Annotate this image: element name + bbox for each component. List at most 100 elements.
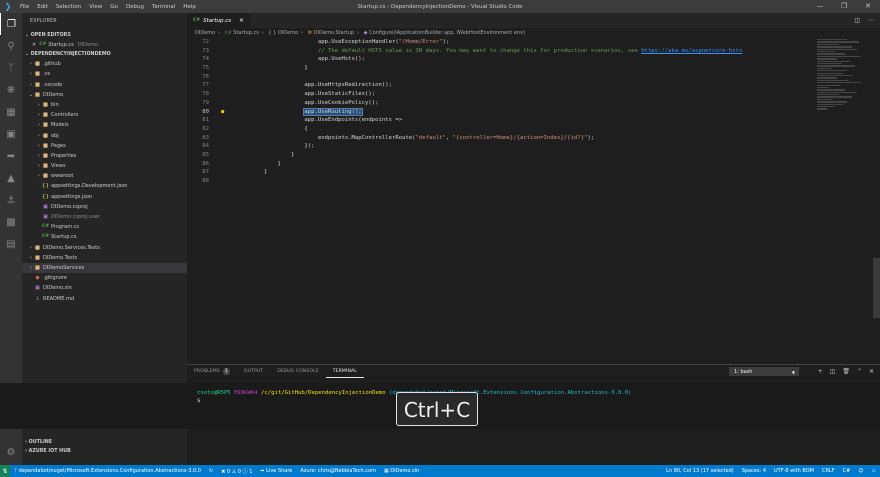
code-line[interactable]: 73 // The default HSTS value is 30 days.… — [187, 47, 817, 56]
tree-folder[interactable]: › ■ Models — [22, 120, 187, 130]
status-eol[interactable]: CRLF — [818, 468, 839, 474]
remote-icon[interactable]: ⇅ — [0, 465, 10, 477]
tree-folder[interactable]: › ■ wwwroot — [22, 171, 187, 181]
code-line[interactable]: 80 ● app.UseRouting(); — [187, 107, 817, 117]
tree-file[interactable]: ▣ DIDemo.csproj — [22, 202, 187, 212]
tab-debug-console[interactable]: DEBUG CONSOLE — [270, 365, 326, 378]
search-icon[interactable]: ⚲ — [0, 35, 22, 57]
lightbulb-icon[interactable]: ● — [221, 108, 224, 117]
close-icon[interactable]: ✕ — [856, 0, 880, 13]
notebook-icon[interactable]: ▤ — [0, 233, 22, 255]
code-line[interactable]: 76 — [187, 73, 817, 82]
status-live-share[interactable]: ➦ Live Share — [256, 468, 296, 474]
tree-folder[interactable]: › ■ obj — [22, 131, 187, 141]
tree-file[interactable]: ▣ DIDemo.csproj.user — [22, 212, 187, 222]
split-terminal-icon[interactable]: ◫ — [830, 368, 836, 375]
live-share-icon[interactable]: ➦ — [0, 145, 22, 167]
tree-folder[interactable]: ⌄ ■ DIDemo — [22, 90, 187, 100]
editor-scrollbar[interactable] — [873, 258, 880, 318]
code-line[interactable]: 78 app.UseStaticFiles(); — [187, 90, 817, 99]
tree-folder[interactable]: › ■ Views — [22, 161, 187, 171]
minimize-icon[interactable]: — — [808, 0, 832, 13]
tab-output[interactable]: OUTPUT — [237, 365, 270, 378]
close-icon[interactable]: ✕ — [239, 18, 244, 24]
source-control-icon[interactable]: ᛉ — [0, 57, 22, 79]
status-cursor-position[interactable]: Ln 80, Col 13 (17 selected) — [662, 468, 738, 474]
code-line[interactable]: 87} — [187, 168, 817, 177]
restore-icon[interactable]: ❐ — [832, 0, 856, 13]
code-editor[interactable]: 72 app.UseExceptionHandler("/Home/Error"… — [187, 38, 817, 368]
test-icon[interactable]: ▩ — [0, 211, 22, 233]
close-icon[interactable]: ✕ — [32, 40, 36, 50]
status-indentation[interactable]: Spaces: 4 — [738, 468, 770, 474]
tree-folder[interactable]: › ■ bin — [22, 100, 187, 110]
azure-icon[interactable]: ▲ — [0, 167, 22, 189]
smiley-feedback-icon[interactable]: ☺ — [854, 468, 867, 474]
tree-file[interactable]: ◆ .gitignore — [22, 273, 187, 283]
code-line[interactable]: 82 { — [187, 125, 817, 134]
tree-folder[interactable]: › ■ Properties — [22, 151, 187, 161]
tree-file[interactable]: {} appsettings.json — [22, 192, 187, 202]
code-line[interactable]: 75 } — [187, 64, 817, 73]
tree-folder[interactable]: › ■ .vscode — [22, 80, 187, 90]
extensions-icon[interactable]: ▦ — [0, 101, 22, 123]
tree-file[interactable]: ↓ README.md — [22, 294, 187, 304]
menu-go[interactable]: Go — [106, 4, 122, 10]
debug-icon[interactable]: ❋ — [0, 79, 22, 101]
tree-file[interactable]: {} appsettings.Development.json — [22, 181, 187, 191]
outline-section[interactable]: › OUTLINE — [22, 438, 187, 447]
split-editor-icon[interactable]: ◫ — [854, 17, 860, 24]
azure-iot-hub-section[interactable]: › AZURE IOT HUB — [22, 447, 187, 456]
sync-icon[interactable]: ↻ — [205, 468, 217, 474]
bell-icon[interactable]: ♨ — [868, 468, 880, 474]
tree-folder[interactable]: › ■ Pages — [22, 141, 187, 151]
menu-terminal[interactable]: Terminal — [148, 4, 179, 10]
tree-folder[interactable]: › ■ DIDemo.Tests — [22, 253, 187, 263]
menu-view[interactable]: View — [85, 4, 106, 10]
tree-file[interactable]: C# Program.cs — [22, 222, 187, 232]
chevron-up-icon[interactable]: ⌃ — [857, 368, 862, 375]
more-actions-icon[interactable]: ⋯ — [868, 17, 874, 24]
code-line[interactable]: 84 }); — [187, 142, 817, 151]
menu-selection[interactable]: Selection — [52, 4, 85, 10]
new-terminal-icon[interactable]: + — [818, 368, 823, 375]
code-line[interactable]: 83 endpoints.MapControllerRoute("default… — [187, 134, 817, 143]
menu-help[interactable]: Help — [179, 4, 200, 10]
explorer-icon[interactable]: ❐ — [0, 13, 22, 35]
menu-edit[interactable]: Edit — [33, 4, 52, 10]
code-line[interactable]: 81 app.UseEndpoints(endpoints => — [187, 116, 817, 125]
remote-explorer-icon[interactable]: ▣ — [0, 123, 22, 145]
minimap[interactable] — [817, 38, 867, 158]
tab-problems[interactable]: PROBLEMS 1 — [187, 365, 237, 378]
docker-icon[interactable]: ⚓ — [0, 189, 22, 211]
trash-icon[interactable]: 🗑 — [842, 368, 850, 375]
menu-debug[interactable]: Debug — [122, 4, 148, 10]
code-line[interactable]: 79 app.UseCookiePolicy(); — [187, 99, 817, 108]
open-editor-item[interactable]: ✕ C# Startup.cs DIDemo — [22, 40, 187, 50]
project-section[interactable]: ⌄ DEPENDENCYINJECTIONDEMO — [22, 50, 187, 59]
tree-folder[interactable]: › ■ Controllers — [22, 110, 187, 120]
code-line[interactable]: 72 app.UseExceptionHandler("/Home/Error"… — [187, 38, 817, 47]
gear-icon[interactable]: ⚙ — [0, 441, 22, 463]
code-line[interactable]: 85 } — [187, 151, 817, 160]
code-line[interactable]: 74 app.UseHsts(); — [187, 55, 817, 64]
menu-file[interactable]: File — [16, 4, 33, 10]
terminal-select[interactable]: 1: bash ▼ — [729, 367, 799, 376]
tree-folder[interactable]: › ■ DIDemo.Services.Tests — [22, 243, 187, 253]
status-language[interactable]: C# — [839, 468, 855, 474]
status-solution[interactable]: ▦ DIDemo.sln — [380, 468, 423, 474]
tree-folder[interactable]: › ■ DIDemoServices — [22, 262, 187, 274]
tree-folder[interactable]: › ■ .vs — [22, 69, 187, 79]
code-line[interactable]: 88 — [187, 177, 817, 186]
tree-file[interactable]: C# Startup.cs — [22, 232, 187, 242]
tree-file[interactable]: ▣ DIDemo.sln — [22, 283, 187, 293]
status-encoding[interactable]: UTF-8 with BOM — [770, 468, 818, 474]
status-problems[interactable]: ✖ 0 ⚠ 0 ⓘ 1 — [217, 468, 256, 475]
code-line[interactable]: 86 } — [187, 160, 817, 169]
status-azure-account[interactable]: Azure: chris@NebbiaTech.com — [296, 468, 380, 474]
tab-terminal[interactable]: TERMINAL — [325, 365, 364, 378]
status-branch[interactable]: ᛉ dependabot/nuget/Microsoft.Extensions.… — [10, 468, 205, 474]
open-editors-section[interactable]: ⌄ OPEN EDITORS — [22, 31, 187, 40]
tab-startup-cs[interactable]: C# Startup.cs ✕ — [187, 13, 250, 28]
close-icon[interactable]: ✕ — [869, 368, 874, 375]
